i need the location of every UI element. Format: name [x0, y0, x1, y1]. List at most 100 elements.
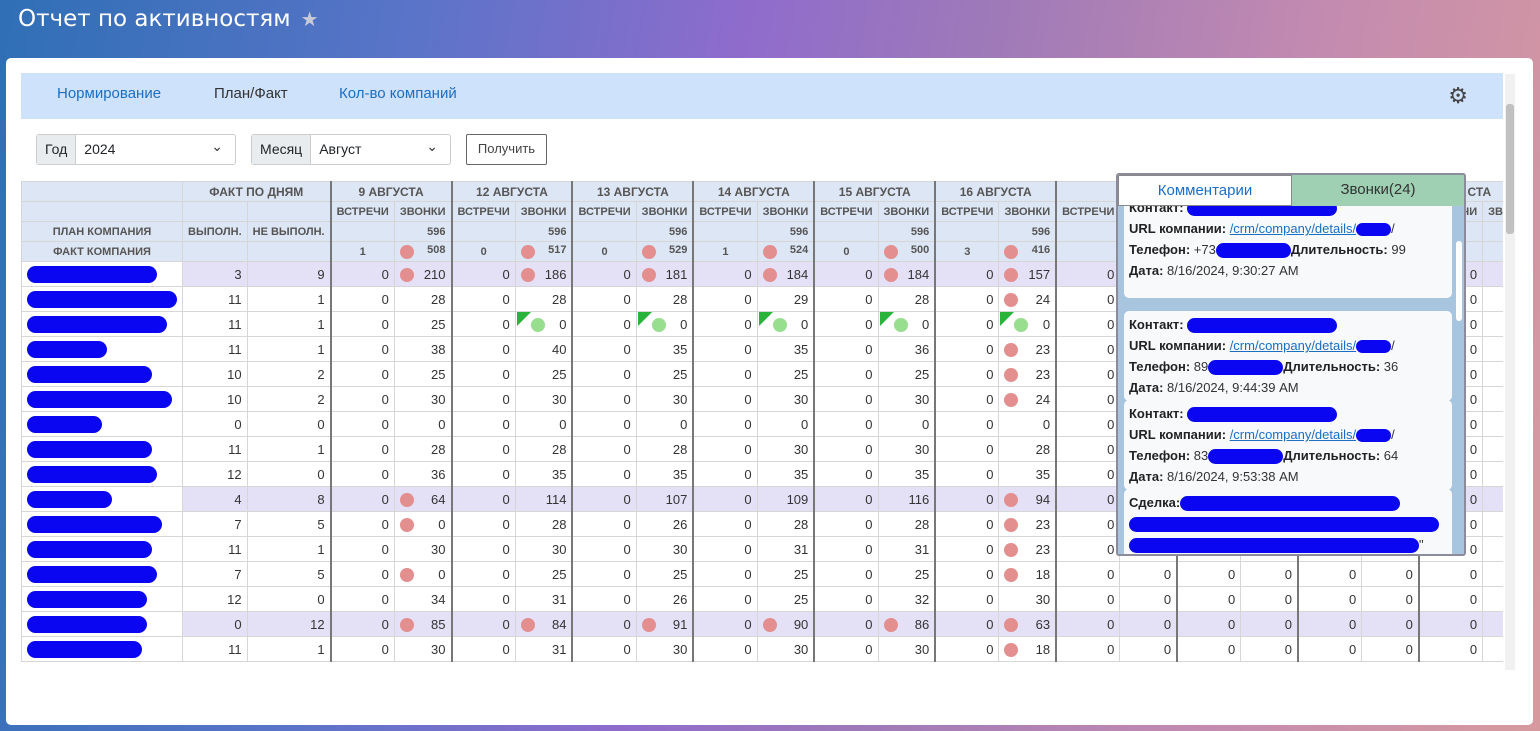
calls-cell: 0: [1119, 636, 1178, 662]
label-contact: Контакт:: [1129, 206, 1184, 215]
calls-value: 24: [1035, 391, 1051, 407]
calls-cell: 0: [1361, 611, 1420, 637]
deal-card[interactable]: Сделка: ": [1124, 489, 1452, 554]
call-card[interactable]: Контакт: URL компании: /crm/company/deta…: [1124, 206, 1452, 298]
status-dot: [399, 245, 414, 259]
table-row[interactable]: 11103003103003003001800000000: [21, 636, 1503, 662]
tab-normirovanie[interactable]: Нормирование: [57, 85, 161, 102]
popup-scrollbar[interactable]: [1456, 241, 1462, 321]
calls-cell: 35: [998, 461, 1057, 487]
status-dot: [641, 245, 656, 259]
scrollbar-thumb[interactable]: [1506, 104, 1514, 234]
status-dot: [762, 267, 777, 282]
calls-cell: 0: [1482, 561, 1503, 587]
calls-cell: 0: [635, 311, 694, 337]
meetings-cell: 0: [692, 261, 758, 287]
call-card[interactable]: Контакт: URL компании: /crm/company/deta…: [1124, 400, 1452, 490]
meetings-cell: 0: [329, 411, 395, 437]
gear-icon[interactable]: ⚙: [1448, 84, 1468, 109]
company-name-cell: [21, 461, 183, 487]
calls-cell: 0: [1240, 586, 1299, 612]
card-deal-text: ": [1129, 534, 1447, 554]
not-done-cell: 12: [246, 611, 332, 637]
calls-cell: 36: [877, 336, 936, 362]
calls-cell: 157: [998, 261, 1057, 287]
calls-value: 18: [1035, 641, 1051, 657]
meetings-cell: 0: [329, 461, 395, 487]
calls-cell: 23: [998, 511, 1057, 537]
redacted-name: [27, 515, 162, 533]
label-deal: Сделка:: [1129, 495, 1181, 510]
month-select[interactable]: Август ⌄: [311, 135, 450, 164]
meetings-cell: 0: [1055, 336, 1121, 362]
calls-cell: 109: [756, 486, 815, 512]
call-card[interactable]: Контакт: URL компании: /crm/company/deta…: [1124, 311, 1452, 401]
meetings-cell: 0: [329, 486, 395, 512]
redacted-text: [1208, 449, 1284, 465]
company-link[interactable]: /crm/company/details/: [1230, 427, 1356, 442]
plan-meetings: [450, 221, 516, 242]
meetings-cell: 0: [329, 611, 395, 637]
calls-value: 30: [793, 391, 809, 407]
calls-cell: 28: [877, 511, 936, 537]
header-calls: ЗВОНКИ: [635, 201, 694, 222]
star-icon[interactable]: ★: [301, 7, 319, 31]
not-done-cell: 1: [246, 636, 332, 662]
header-blank: [246, 201, 332, 222]
calls-value: 29: [793, 291, 809, 307]
calls-cell: 0: [514, 311, 573, 337]
calls-cell: 0: [998, 311, 1057, 337]
redacted-text: [1180, 496, 1401, 512]
company-name-cell: [21, 436, 183, 462]
redacted-name: [27, 340, 107, 358]
label-url: URL компании:: [1129, 221, 1227, 236]
done-cell: 0: [182, 411, 248, 437]
meetings-cell: 0: [1055, 361, 1121, 387]
not-done-cell: 5: [246, 561, 332, 587]
calls-cell: 0: [1482, 636, 1503, 662]
meetings-cell: 0: [450, 436, 516, 462]
calls-cell: 31: [514, 586, 573, 612]
calls-cell: 26: [635, 586, 694, 612]
meetings-cell: 0: [813, 511, 879, 537]
redacted-name: [27, 290, 177, 308]
calls-value: 0: [1042, 316, 1051, 332]
calls-cell: 25: [756, 361, 815, 387]
popup-body[interactable]: Контакт: URL компании: /crm/company/deta…: [1118, 206, 1464, 554]
status-dot: [1004, 392, 1019, 407]
tab-companies-count[interactable]: Кол-во компаний: [339, 85, 457, 102]
meetings-cell: 0: [329, 336, 395, 362]
label-contact: Контакт:: [1129, 406, 1184, 421]
table-row[interactable]: 750002502502502501800000000: [21, 561, 1503, 587]
table-row[interactable]: 12003403102602503203000000000: [21, 586, 1503, 612]
tab-calls[interactable]: Звонки(24): [1292, 175, 1464, 206]
calls-value: 25: [431, 316, 446, 332]
company-name-cell: [21, 411, 183, 437]
calls-cell: 30: [393, 386, 453, 412]
not-done-cell: 2: [246, 361, 332, 387]
header-meetings: ВСТРЕЧИ: [1055, 201, 1121, 222]
redacted-name: [27, 490, 112, 508]
tab-plan-fact[interactable]: План/Факт: [214, 85, 288, 102]
header-calls: ЗВОНКИ: [514, 201, 573, 222]
meetings-cell: 0: [329, 561, 395, 587]
company-link[interactable]: /crm/company/details/: [1230, 338, 1356, 353]
status-dot: [883, 267, 898, 282]
meetings-cell: 0: [1055, 386, 1121, 412]
company-link[interactable]: /crm/company/details/: [1230, 221, 1356, 236]
done-cell: 11: [182, 336, 248, 362]
status-dot: [399, 567, 414, 582]
header-plan-company: ПЛАН КОМПАНИЯ: [21, 221, 183, 242]
meetings-cell: 0: [450, 286, 516, 312]
table-row[interactable]: 01208508409109008606300000000: [21, 611, 1503, 637]
meetings-cell: 0: [1055, 611, 1121, 637]
calls-cell: 30: [756, 436, 815, 462]
tab-comments[interactable]: Комментарии: [1118, 175, 1292, 206]
redacted-text: [1215, 243, 1291, 259]
year-select[interactable]: 2024 ⌄: [76, 135, 235, 164]
date-value: 8/16/2024, 9:53:38 AM: [1167, 469, 1299, 484]
get-button[interactable]: Получить: [466, 134, 547, 165]
calls-cell: 0: [514, 411, 573, 437]
vertical-scrollbar[interactable]: [1505, 74, 1515, 670]
card-date: Дата: 8/16/2024, 9:53:38 AM: [1129, 466, 1447, 487]
